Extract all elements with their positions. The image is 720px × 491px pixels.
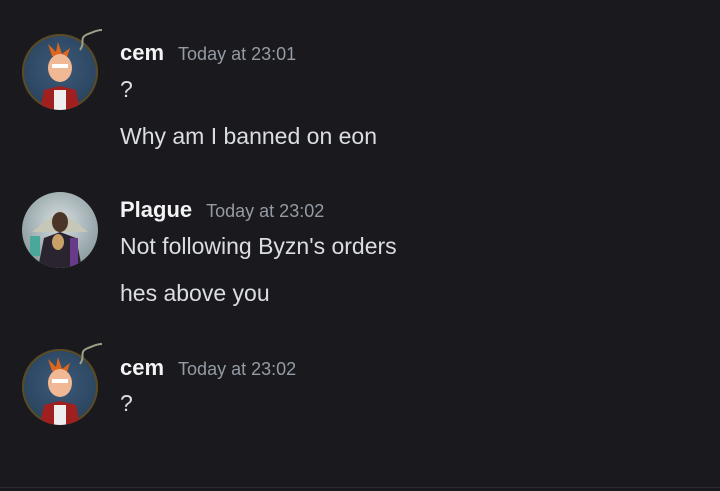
timestamp: Today at 23:01 [178, 44, 297, 64]
message-text: hes above you [120, 280, 270, 306]
smoke-decoration-icon [79, 29, 103, 51]
message-text: ? [120, 390, 133, 416]
message-text: Why am I banned on eon [120, 123, 377, 149]
plague-avatar-icon [30, 210, 88, 268]
timestamp: Today at 23:02 [206, 201, 325, 221]
username[interactable]: cem [120, 355, 164, 380]
username[interactable]: cem [120, 40, 164, 65]
avatar[interactable] [22, 192, 98, 268]
timestamp: Today at 23:02 [178, 359, 297, 379]
message-text: ? [120, 76, 133, 102]
username[interactable]: Plague [120, 197, 192, 222]
smoke-decoration-icon [79, 343, 103, 365]
divider [0, 487, 720, 488]
message-text: Not following Byzn's orders [120, 233, 397, 259]
